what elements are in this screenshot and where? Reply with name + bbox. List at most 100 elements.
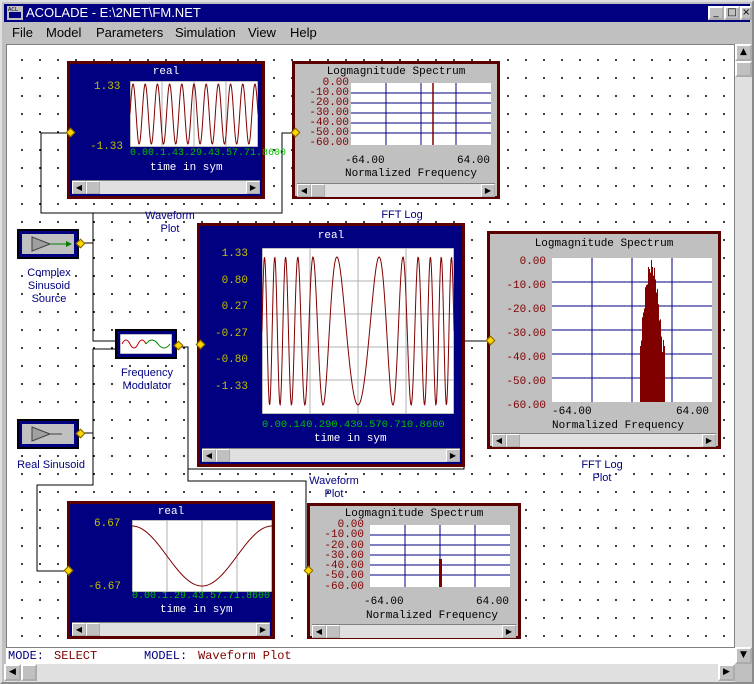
x-axis-label: Normalized Frequency: [552, 420, 685, 432]
scroll-up-icon[interactable]: ▲: [735, 44, 752, 61]
scroll-left-icon[interactable]: ◀: [4, 664, 21, 681]
menu-help[interactable]: Help: [290, 25, 317, 40]
fft-plot-caption: FFT Log: [381, 209, 423, 221]
menu-parameters[interactable]: Parameters: [96, 25, 163, 40]
model-label: MODEL:: [144, 649, 188, 663]
minimize-button[interactable]: _: [708, 6, 724, 20]
waveform-trace-area: [132, 520, 272, 592]
plot-scrollbar[interactable]: ◀ ▶: [202, 448, 460, 462]
spectrum-bar: [643, 312, 644, 402]
x-axis-label: time in sym: [160, 604, 233, 616]
triangle-source-icon: [31, 236, 72, 252]
title-bar[interactable]: ACL ACOLADE - E:\2NET\FM.NET _ □ ×: [4, 4, 752, 22]
spectrum-bar: [641, 340, 642, 402]
model-canvas[interactable]: real 1.33 -1.33 0.00.1.43.29.43.57.71.86…: [6, 44, 735, 648]
plot-scrollbar[interactable]: ◀ ▶: [72, 622, 270, 636]
waveform-plot-main[interactable]: real 1.33 0.80 0.27 -0.27 -0.80 -1.33 0.00.14…: [197, 223, 465, 467]
spectrum-bar: [652, 266, 653, 402]
mode-value: SELECT: [54, 649, 98, 663]
plot-scrollbar[interactable]: ◀ ▶: [72, 180, 260, 194]
vertical-scroll-thumb[interactable]: [735, 61, 752, 77]
scroll-left-icon[interactable]: ◀: [492, 434, 506, 447]
scroll-right-icon[interactable]: ▶: [502, 625, 516, 638]
scroll-thumb[interactable]: [311, 184, 325, 197]
complex-sinusoid-source[interactable]: [17, 229, 79, 259]
fft-plot-small[interactable]: Logmagnitude Spectrum 0.00 -10.00 -20.00 -3…: [292, 61, 500, 199]
maximize-button[interactable]: □: [724, 6, 740, 20]
window-title: ACOLADE - E:\2NET\FM.NET: [26, 5, 201, 20]
frequency-modulator[interactable]: [115, 329, 177, 359]
scroll-right-icon[interactable]: ▶: [718, 664, 735, 681]
app-window: ACL ACOLADE - E:\2NET\FM.NET _ □ × File …: [0, 0, 754, 684]
plot-scrollbar[interactable]: ◀ ▶: [492, 433, 716, 447]
menu-simulation[interactable]: Simulation: [175, 25, 236, 40]
close-button[interactable]: ×: [740, 6, 752, 20]
mode-label: MODE:: [8, 649, 45, 663]
spectrum-area: [552, 258, 712, 402]
spectrum-area: [351, 83, 491, 145]
menu-bar: File Model Parameters Simulation View He…: [4, 23, 750, 43]
svg-text:ACL: ACL: [8, 7, 18, 13]
scroll-left-icon[interactable]: ◀: [312, 625, 326, 638]
waveform-plot-small[interactable]: real 1.33 -1.33 0.00.1.43.29.43.57.71.86…: [67, 61, 286, 199]
fft-main-caption: FFT Log Plot: [581, 459, 623, 484]
menu-view[interactable]: View: [248, 25, 276, 40]
canvas-vertical-scrollbar[interactable]: ▲ ▼: [735, 44, 752, 664]
complex-source-caption: Complex Sinusoid Source: [27, 267, 71, 305]
x-axis-label: time in sym: [150, 162, 223, 174]
x-tick-right: 64.00: [676, 406, 710, 418]
horizontal-scroll-thumb[interactable]: [21, 664, 37, 681]
scroll-left-icon[interactable]: ◀: [297, 184, 311, 197]
spectrum-area: [370, 525, 510, 587]
waveform-trace-area: [262, 248, 454, 414]
scroll-thumb[interactable]: [326, 625, 340, 638]
spectrum-bar: [640, 346, 641, 402]
plot-title: real: [157, 506, 185, 518]
plot-title: real: [152, 66, 180, 78]
real-sinusoid-source[interactable]: [17, 419, 79, 449]
plot-scrollbar[interactable]: ◀ ▶: [312, 624, 516, 638]
menu-model[interactable]: Model: [46, 25, 81, 40]
spectrum-bar: [664, 346, 665, 402]
plot-scrollbar[interactable]: ◀ ▶: [297, 183, 495, 197]
plot-title: Logmagnitude Spectrum: [534, 238, 674, 250]
x-tick-right: 64.00: [457, 155, 491, 167]
spectrum-bar: [662, 352, 663, 402]
y-ticks: 0.00 -10.00 -20.00 -30.00 -40.00 -50.00 -60.00: [309, 77, 349, 149]
scroll-thumb[interactable]: [86, 623, 100, 636]
app-icon: ACL: [7, 6, 23, 20]
fft-plot-bottom[interactable]: Logmagnitude Spectrum 0.00 -10.00 -20.00 -3…: [307, 503, 521, 639]
spectrum-bar: [663, 340, 664, 402]
scroll-right-icon[interactable]: ▶: [446, 449, 460, 462]
fm-caption: Frequency Modulator: [121, 367, 173, 392]
scroll-thumb[interactable]: [216, 449, 230, 462]
scroll-right-icon[interactable]: ▶: [246, 181, 260, 194]
waveform-plot-bottom[interactable]: real 6.67 -6.67 0.00.1.29.43.57.71.8600 …: [67, 501, 275, 639]
y-tick-top: 6.67: [94, 518, 121, 530]
x-ticks: 0.00.1.43.29.43.57.71.8600: [130, 148, 287, 159]
scroll-right-icon[interactable]: ▶: [481, 184, 495, 197]
spectrum-bar: [650, 272, 651, 402]
spectrum-bar: [647, 284, 648, 402]
waveform-main-caption: Waveform Plot: [309, 475, 359, 500]
spectrum-bar: [642, 317, 643, 402]
fft-plot-main[interactable]: Logmagnitude Spectrum 0.00 -10.00 -20.00 -3…: [487, 231, 721, 449]
x-tick-left: -64.00: [552, 406, 592, 418]
spectrum-bar: [645, 287, 646, 402]
x-tick-left: -64.00: [364, 596, 404, 608]
scroll-right-icon[interactable]: ▶: [256, 623, 270, 636]
scroll-thumb[interactable]: [506, 434, 520, 447]
scroll-thumb[interactable]: [86, 181, 100, 194]
menu-file[interactable]: File: [12, 25, 33, 40]
y-ticks: 1.33 0.80 0.27 -0.27 -0.80 -1.33: [214, 248, 248, 393]
scroll-left-icon[interactable]: ◀: [72, 623, 86, 636]
spectrum-bar: [659, 320, 660, 402]
x-axis-label: time in sym: [314, 433, 387, 445]
scroll-left-icon[interactable]: ◀: [72, 181, 86, 194]
spectrum-bar: [658, 304, 659, 402]
canvas-horizontal-scrollbar[interactable]: ◀ ▶: [4, 664, 735, 682]
model-value: Waveform Plot: [198, 649, 292, 663]
scroll-right-icon[interactable]: ▶: [702, 434, 716, 447]
scroll-left-icon[interactable]: ◀: [202, 449, 216, 462]
scroll-down-icon[interactable]: ▼: [735, 647, 752, 664]
